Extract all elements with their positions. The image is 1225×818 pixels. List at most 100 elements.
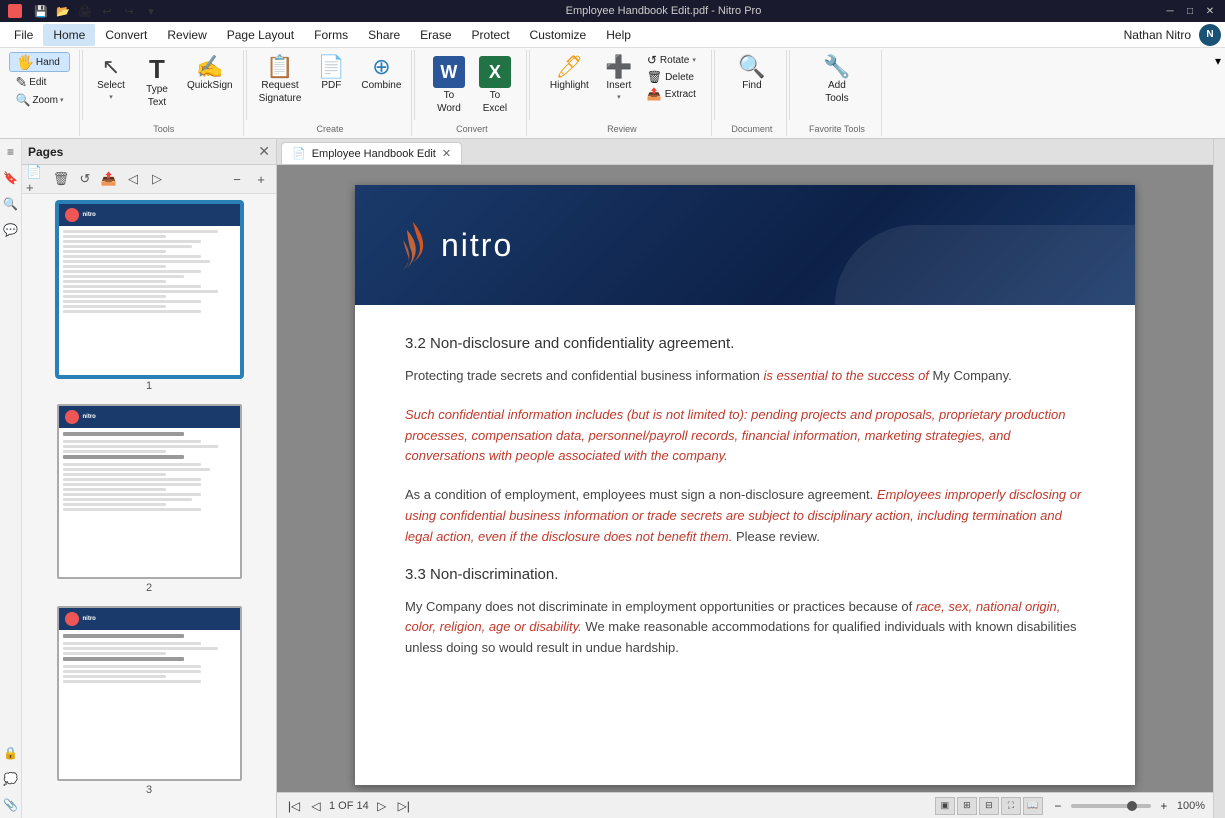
nda-condition: As a condition of employment, employees …	[405, 485, 1085, 547]
ribbon-group-convert: W To Word X To Excel Convert	[417, 50, 527, 136]
menu-forms[interactable]: Forms	[304, 24, 358, 46]
select-button[interactable]: ↖ Select ▾	[89, 52, 133, 103]
pages-rotate-btn[interactable]: ↺	[74, 168, 96, 190]
user-avatar[interactable]: N	[1199, 24, 1221, 46]
pages-zoom-out-btn[interactable]: −	[226, 168, 248, 190]
zoom-in-btn[interactable]: +	[1155, 797, 1173, 815]
menu-protect[interactable]: Protect	[462, 24, 520, 46]
pages-extract-btn[interactable]: 📤	[98, 168, 120, 190]
pages-panel-close[interactable]: ✕	[258, 143, 270, 160]
pdf-body: 3.2 Non-disclosure and confidentiality a…	[355, 305, 1135, 707]
menu-page-layout[interactable]: Page Layout	[217, 24, 304, 46]
ribbon: 🖐 Hand ✎ Edit 🔍 Zoom ▾	[0, 48, 1225, 139]
rotate-button[interactable]: ↺ Rotate ▾	[643, 52, 700, 68]
type-text-button[interactable]: T Type Text	[135, 52, 179, 110]
insert-button[interactable]: ➕ Insert ▾	[597, 52, 641, 103]
two-page-view-btn[interactable]: ⊞	[957, 797, 977, 815]
right-scrollbar[interactable]	[1213, 139, 1225, 818]
pdf-viewport[interactable]: nitro 3.2 Non-disclosure and confidentia…	[277, 165, 1213, 792]
single-page-view-btn[interactable]: ▣	[935, 797, 955, 815]
add-tools-button[interactable]: 🔧 Add Tools	[815, 52, 859, 106]
edit-icon: ✎	[15, 75, 27, 89]
prev-page-btn[interactable]: ◁	[307, 797, 325, 815]
find-button[interactable]: 🔍 Find	[730, 52, 774, 93]
sidebar-bookmarks-icon[interactable]: 🔖	[2, 169, 20, 187]
qat-customize[interactable]: ▾	[142, 2, 160, 20]
menu-convert[interactable]: Convert	[95, 24, 157, 46]
menu-file[interactable]: File	[4, 24, 43, 46]
scroll-view-btn[interactable]: ⊟	[979, 797, 999, 815]
page-content-1	[59, 226, 240, 319]
pages-insert-btn[interactable]: 📄+	[26, 168, 48, 190]
word-icon: W	[433, 56, 465, 88]
divider-4	[529, 50, 530, 120]
pages-move-right-btn[interactable]: ▷	[146, 168, 168, 190]
minimize-button[interactable]: ─	[1163, 4, 1177, 18]
next-page-btn[interactable]: ▷	[373, 797, 391, 815]
document-tab[interactable]: 📄 Employee Handbook Edit ✕	[281, 142, 462, 164]
qat-open[interactable]: 📂	[54, 2, 72, 20]
zoom-button[interactable]: 🔍 Zoom ▾	[9, 92, 69, 108]
delete-button[interactable]: 🗑 Delete	[643, 69, 700, 85]
pages-panel-header: Pages ✕	[22, 139, 276, 165]
edit-button[interactable]: ✎ Edit	[9, 73, 69, 91]
pages-delete-btn[interactable]: 🗑	[50, 168, 72, 190]
zoom-out-btn[interactable]: −	[1049, 797, 1067, 815]
hand-icon: 🖐	[16, 55, 33, 69]
page-thumb-3[interactable]: nitro 3	[57, 606, 242, 796]
page-thumb-2[interactable]: nitro	[57, 404, 242, 594]
menu-review[interactable]: Review	[157, 24, 216, 46]
menubar-right: Nathan Nitro N	[1124, 24, 1221, 46]
convert-buttons: W To Word X To Excel	[427, 52, 517, 122]
menu-share[interactable]: Share	[358, 24, 410, 46]
combine-button[interactable]: ⊕ Combine	[355, 52, 407, 93]
quick-access-toolbar: 💾 📂 🖨 ↩ ↪ ▾	[28, 2, 164, 20]
tab-label: Employee Handbook Edit	[312, 148, 436, 160]
pages-move-left-btn[interactable]: ◁	[122, 168, 144, 190]
request-sig-icon: 📋	[266, 56, 293, 78]
ribbon-group-review: 🖊 Highlight ➕ Insert ▾ ↺ Rotate ▾ 🗑	[532, 50, 712, 136]
menu-erase[interactable]: Erase	[410, 24, 461, 46]
reading-view-btn[interactable]: 📖	[1023, 797, 1043, 815]
hand-button[interactable]: 🖐 Hand	[9, 52, 69, 72]
full-screen-btn[interactable]: ⛶	[1001, 797, 1021, 815]
qat-save[interactable]: 💾	[32, 2, 50, 20]
page-thumb-1[interactable]: nitro	[57, 202, 242, 392]
pdf-button[interactable]: 📄 PDF	[309, 52, 353, 93]
menu-home[interactable]: Home	[43, 24, 95, 46]
sidebar-attach-icon[interactable]: 📎	[2, 796, 20, 814]
create-buttons: 📋 Request Signature 📄 PDF ⊕ Combine	[253, 52, 408, 122]
divider-5	[714, 50, 715, 120]
sidebar-comment-icon[interactable]: 💭	[2, 770, 20, 788]
content-area: 📄 Employee Handbook Edit ✕ nitro	[277, 139, 1213, 818]
last-page-btn[interactable]: ▷|	[395, 797, 413, 815]
sidebar-search-icon[interactable]: 🔍	[2, 195, 20, 213]
sidebar-pages-icon[interactable]: ≡	[2, 143, 20, 161]
close-button[interactable]: ✕	[1203, 4, 1217, 18]
tab-close-button[interactable]: ✕	[442, 147, 451, 160]
left-sidebar: ≡ 🔖 🔍 💬 🔒 💭 📎	[0, 139, 22, 818]
quicksign-button[interactable]: ✍ QuickSign	[181, 52, 239, 93]
maximize-button[interactable]: □	[1183, 4, 1197, 18]
divider-3	[414, 50, 415, 120]
extract-button[interactable]: 📤 Extract	[643, 86, 700, 102]
qat-print[interactable]: 🖨	[76, 2, 94, 20]
zoom-slider[interactable]	[1071, 804, 1151, 808]
menu-customize[interactable]: Customize	[520, 24, 597, 46]
page-thumb-img-3: nitro	[57, 606, 242, 781]
request-signature-button[interactable]: 📋 Request Signature	[253, 52, 308, 106]
menu-help[interactable]: Help	[596, 24, 641, 46]
create-label: Create	[316, 122, 343, 134]
pages-zoom-in-btn[interactable]: +	[250, 168, 272, 190]
to-excel-button[interactable]: X To Excel	[473, 52, 517, 116]
highlight-button[interactable]: 🖊 Highlight	[544, 52, 595, 93]
to-word-button[interactable]: W To Word	[427, 52, 471, 116]
sidebar-security-icon[interactable]: 🔒	[2, 744, 20, 762]
pages-list: nitro	[22, 194, 276, 818]
ribbon-collapse[interactable]: ▾	[1211, 50, 1225, 136]
main-area: ≡ 🔖 🔍 💬 🔒 💭 📎 Pages ✕ 📄+ 🗑 ↺ 📤 ◁ ▷ − +	[0, 139, 1225, 818]
qat-redo[interactable]: ↪	[120, 2, 138, 20]
qat-undo[interactable]: ↩	[98, 2, 116, 20]
first-page-btn[interactable]: |◁	[285, 797, 303, 815]
sidebar-annot-icon[interactable]: 💬	[2, 221, 20, 239]
